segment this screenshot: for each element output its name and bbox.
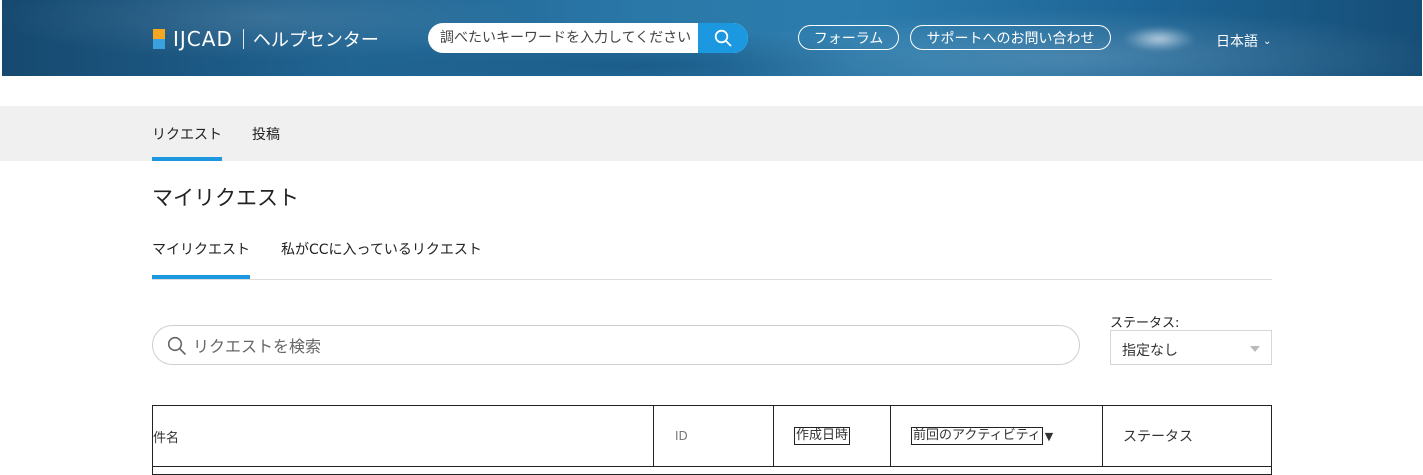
chevron-down-icon: ⌄: [1263, 35, 1272, 47]
tab-requests[interactable]: リクエスト: [152, 106, 222, 161]
user-avatar[interactable]: [1122, 26, 1196, 52]
column-header-created[interactable]: 作成日時: [773, 406, 890, 466]
tab-my-requests[interactable]: マイリクエスト: [152, 239, 250, 259]
ijcad-logo-icon: [153, 29, 165, 49]
request-search-input[interactable]: [191, 326, 1065, 366]
brand-name: IJCAD: [173, 27, 233, 51]
header-search-input[interactable]: [428, 23, 698, 53]
page-title: マイリクエスト: [152, 186, 299, 210]
dropdown-arrow-icon: [1250, 346, 1260, 352]
language-label: 日本語: [1216, 34, 1258, 50]
table-header-divider: [153, 466, 1271, 467]
logo-divider: [242, 29, 244, 49]
language-selector[interactable]: 日本語 ⌄: [1216, 31, 1271, 51]
sort-by-activity-link[interactable]: 前回のアクティビティ: [911, 427, 1043, 445]
column-header-id: ID: [653, 406, 773, 466]
active-tab-indicator: [152, 157, 222, 161]
site-header: IJCAD ヘルプセンター フォーラム サポートへのお問い合わせ 日本語 ⌄: [2, 0, 1422, 76]
sort-by-created-link[interactable]: 作成日時: [794, 427, 851, 445]
requests-table: 件名 ID 作成日時 前回のアクティビティ ▼ ステータス: [152, 405, 1272, 475]
column-header-last-activity[interactable]: 前回のアクティビティ ▼: [890, 406, 1102, 466]
logo[interactable]: IJCAD ヘルプセンター: [153, 27, 379, 51]
column-header-subject: 件名: [153, 430, 180, 446]
tabs-divider: [152, 279, 1272, 280]
forum-link[interactable]: フォーラム: [798, 25, 899, 50]
search-icon: [167, 336, 186, 355]
tab-cc-requests[interactable]: 私がCCに入っているリクエスト: [281, 239, 482, 259]
help-center-title: ヘルプセンター: [252, 30, 379, 51]
tab-posts[interactable]: 投稿: [252, 106, 280, 161]
request-search: [152, 325, 1080, 366]
status-filter-label: ステータス:: [1110, 316, 1180, 331]
column-header-status: ステータス: [1102, 406, 1272, 466]
sub-navigation: リクエスト 投稿: [0, 106, 1423, 161]
header-search-button[interactable]: [698, 23, 748, 53]
status-filter-select[interactable]: 指定なし: [1110, 330, 1272, 365]
header-search: [428, 23, 748, 53]
status-filter-value: 指定なし: [1122, 343, 1178, 359]
sort-descending-icon: ▼: [1044, 429, 1054, 443]
search-icon: [714, 29, 732, 47]
support-contact-link[interactable]: サポートへのお問い合わせ: [910, 25, 1111, 50]
